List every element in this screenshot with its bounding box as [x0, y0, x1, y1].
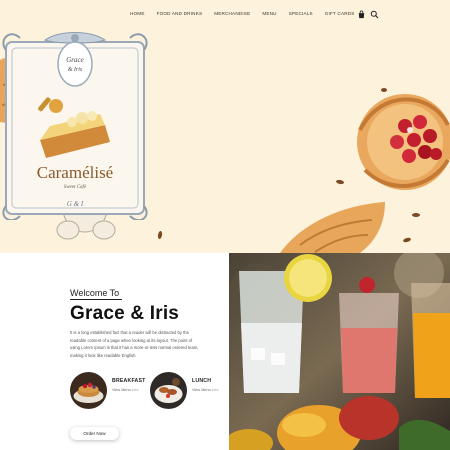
- drinks-photo: [229, 253, 450, 450]
- view-menu-link[interactable]: View Menu >>>: [112, 388, 146, 392]
- site-header: HOME FOOD AND DRINKS MERCHANDISE MENU SP…: [0, 0, 450, 30]
- nav-gift-cards[interactable]: GIFT CARDS: [325, 11, 355, 16]
- croissant-bottom-illustration: [280, 202, 385, 253]
- logo-tagline: Sweet Café: [64, 185, 87, 190]
- main-nav: HOME FOOD AND DRINKS MERCHANDISE MENU SP…: [130, 11, 355, 16]
- logo-monogram-top-line2: & Iris: [68, 67, 83, 73]
- nav-food-and-drinks[interactable]: FOOD AND DRINKS: [157, 11, 203, 16]
- menu-card-lunch[interactable]: LUNCH View Menu >>>: [150, 372, 218, 409]
- nav-home[interactable]: HOME: [130, 11, 145, 16]
- menu-card-breakfast[interactable]: BREAKFAST View Menu >>>: [70, 372, 146, 409]
- welcome-eyebrow: Welcome To: [70, 288, 120, 298]
- nav-menu[interactable]: MENU: [262, 11, 276, 16]
- lunch-thumbnail-image: [150, 372, 187, 409]
- view-menu-link[interactable]: View Menu >>>: [192, 388, 218, 392]
- hero-banner: Grace & Iris Caramélisé Sweet Café G & I: [0, 30, 450, 253]
- logo-monogram-bottom: G & I: [67, 200, 84, 208]
- nav-specials[interactable]: SPECIALS: [289, 11, 313, 16]
- nav-merchandise[interactable]: MERCHANDISE: [214, 11, 250, 16]
- search-icon[interactable]: [370, 10, 379, 19]
- logo-brand-name: Caramélisé: [37, 163, 113, 182]
- welcome-section: Welcome To Grace & Iris It is a long est…: [0, 253, 229, 450]
- berry-danish-illustration: [357, 94, 450, 190]
- cafe-logo: Grace & Iris Caramélisé Sweet Café G & I: [2, 32, 148, 220]
- shopping-bag-icon[interactable]: [357, 10, 366, 19]
- menu-card-title: LUNCH: [192, 377, 212, 384]
- breakfast-thumbnail-image: [70, 372, 107, 409]
- logo-monogram-top-line1: Grace: [66, 56, 84, 64]
- welcome-description: It is a long established fact that a rea…: [70, 330, 199, 358]
- order-now-button[interactable]: Order Now: [70, 427, 119, 440]
- welcome-divider: [70, 299, 122, 300]
- menu-card-title: BREAKFAST: [112, 377, 146, 384]
- brand-title: Grace & Iris: [70, 303, 180, 324]
